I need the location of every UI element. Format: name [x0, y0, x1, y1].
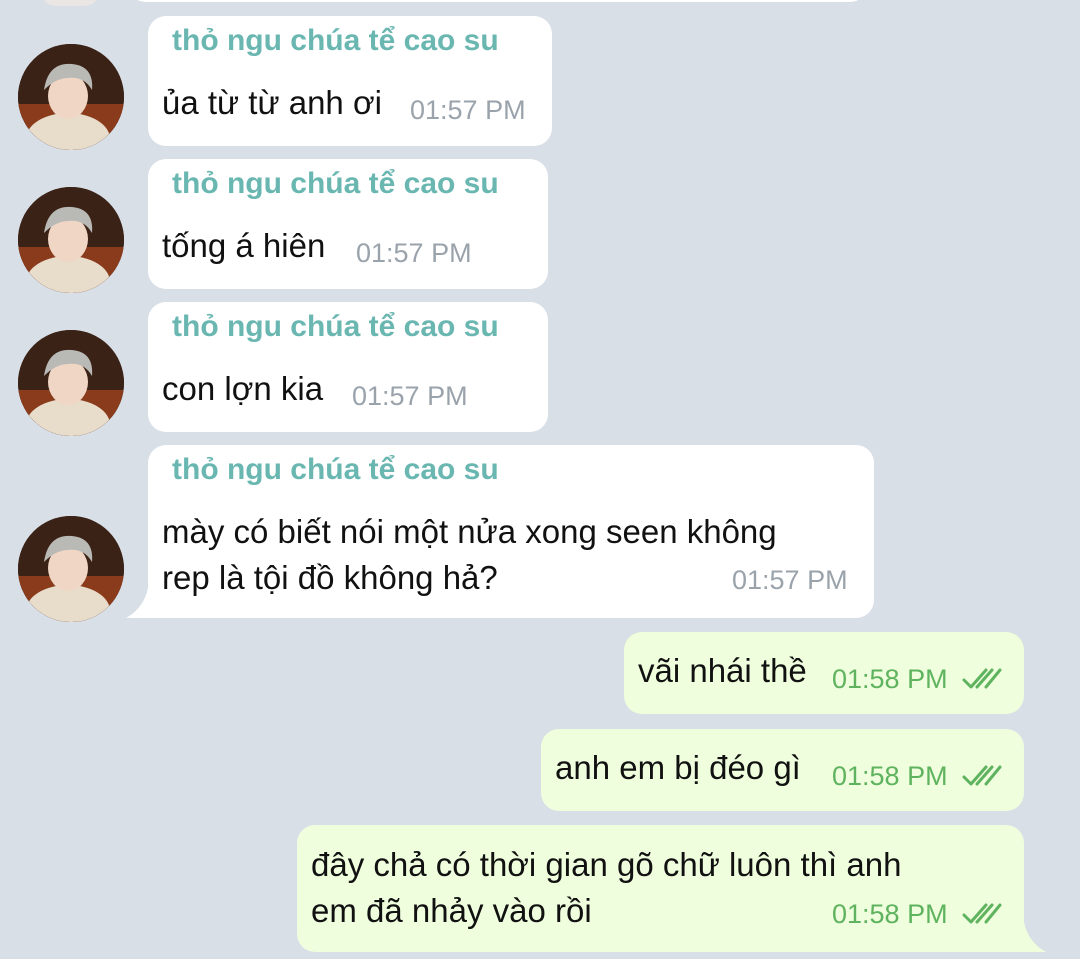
outgoing-message-1[interactable]: vãi nhái thề 01:58 PM [624, 632, 1024, 714]
avatar-image [18, 44, 124, 150]
sender-name[interactable]: thỏ ngu chúa tể cao su [172, 24, 499, 58]
message-bubble[interactable]: thỏ ngu chúa tể cao su tống á hiên 01:57… [148, 159, 548, 289]
avatar[interactable] [18, 44, 124, 150]
message-bubble[interactable]: thỏ ngu chúa tể cao su ủa từ từ anh ơi 0… [148, 16, 552, 146]
message-time: 01:57 PM [732, 565, 848, 595]
message-text-line-2: rep là tội đồ không hả? [162, 559, 498, 596]
message-bubble[interactable]: thỏ ngu chúa tể cao su mày có biết nói m… [148, 445, 874, 618]
message-text: anh em bị đéo gì [555, 749, 801, 786]
sender-name[interactable]: thỏ ngu chúa tể cao su [172, 453, 499, 487]
outgoing-message-3[interactable]: đây chả có thời gian gõ chữ luôn thì anh… [297, 825, 1024, 952]
message-text-line-1: mày có biết nói một nửa xong seen không [162, 513, 777, 550]
message-time: 01:58 PM [832, 899, 948, 929]
message-text-line-2: em đã nhảy vào rồi [311, 892, 592, 929]
message-time: 01:57 PM [356, 238, 472, 268]
outgoing-message-2[interactable]: anh em bị đéo gì 01:58 PM [541, 729, 1024, 811]
message-text: ủa từ từ anh ơi [162, 84, 382, 121]
message-bubble[interactable]: thỏ ngu chúa tể cao su con lợn kia 01:57… [148, 302, 548, 432]
double-check-icon [962, 668, 1002, 689]
message-time: 01:58 PM [832, 664, 948, 694]
message-time: 01:58 PM [832, 761, 948, 791]
sender-name[interactable]: thỏ ngu chúa tể cao su [172, 310, 499, 344]
avatar-image [18, 187, 124, 293]
avatar-image [18, 516, 124, 622]
previous-avatar-partial [40, 0, 100, 6]
message-text: vãi nhái thề [638, 652, 807, 689]
message-text: tống á hiên [162, 227, 326, 264]
previous-message-bubble-partial [128, 0, 868, 2]
avatar-image [18, 330, 124, 436]
avatar[interactable] [18, 330, 124, 436]
sender-name[interactable]: thỏ ngu chúa tể cao su [172, 167, 499, 201]
message-text: con lợn kia [162, 370, 324, 407]
double-check-icon [962, 765, 1002, 786]
message-text-line-1: đây chả có thời gian gõ chữ luôn thì anh [311, 846, 902, 883]
avatar[interactable] [18, 187, 124, 293]
message-time: 01:57 PM [410, 95, 526, 125]
double-check-icon [962, 903, 1002, 924]
avatar[interactable] [18, 516, 124, 622]
message-time: 01:57 PM [352, 381, 468, 411]
